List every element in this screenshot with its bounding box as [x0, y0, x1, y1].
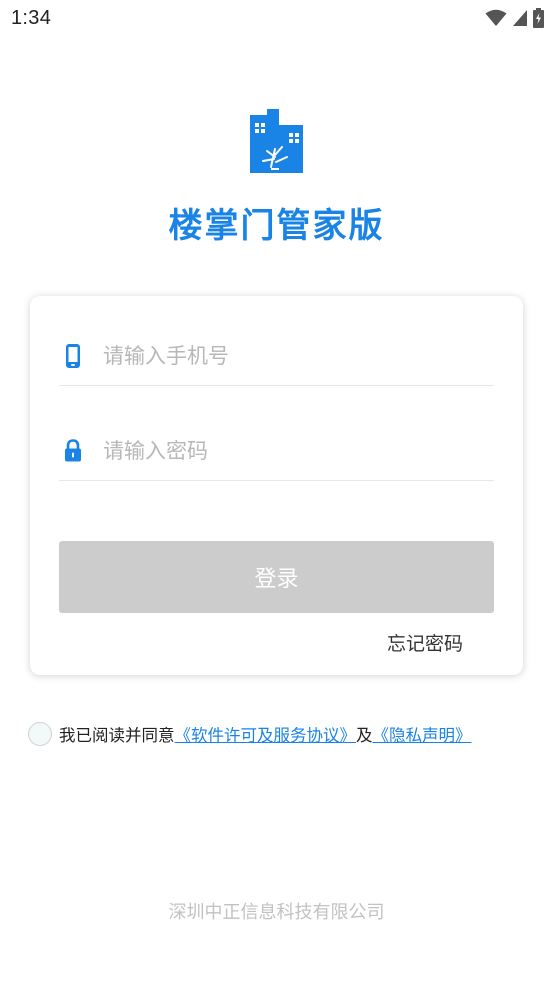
company-footer: 深圳中正信息科技有限公司	[168, 902, 385, 923]
license-agreement-link[interactable]: 《软件许可及服务协议》	[175, 722, 357, 746]
battery-charging-icon	[533, 8, 544, 28]
agreement-conjunction: 及	[356, 726, 373, 745]
phone-input[interactable]	[103, 338, 483, 374]
password-input[interactable]	[103, 433, 483, 469]
phone-field	[59, 326, 494, 386]
status-bar: 1:34	[0, 0, 553, 38]
privacy-statement-link[interactable]: 《隐私声明》	[373, 722, 472, 746]
forgot-password-link[interactable]: 忘记密码	[387, 629, 463, 656]
building-logo-icon	[249, 107, 305, 177]
login-card: 登录 忘记密码	[30, 296, 523, 675]
signal-icon	[513, 10, 527, 26]
status-icons	[485, 8, 544, 28]
mobile-phone-icon	[66, 344, 80, 368]
agreement-row: 我已阅读并同意 《软件许可及服务协议》 及 《隐私声明》	[28, 721, 472, 747]
agreement-checkbox[interactable]	[28, 722, 52, 746]
lock-icon	[65, 439, 81, 462]
password-field	[59, 421, 494, 481]
login-button[interactable]: 登录	[59, 541, 494, 613]
wifi-icon	[485, 9, 507, 26]
app-name: 楼掌门管家版	[168, 206, 385, 246]
status-time: 1:34	[11, 7, 52, 29]
agreement-prefix: 我已阅读并同意	[59, 726, 175, 745]
